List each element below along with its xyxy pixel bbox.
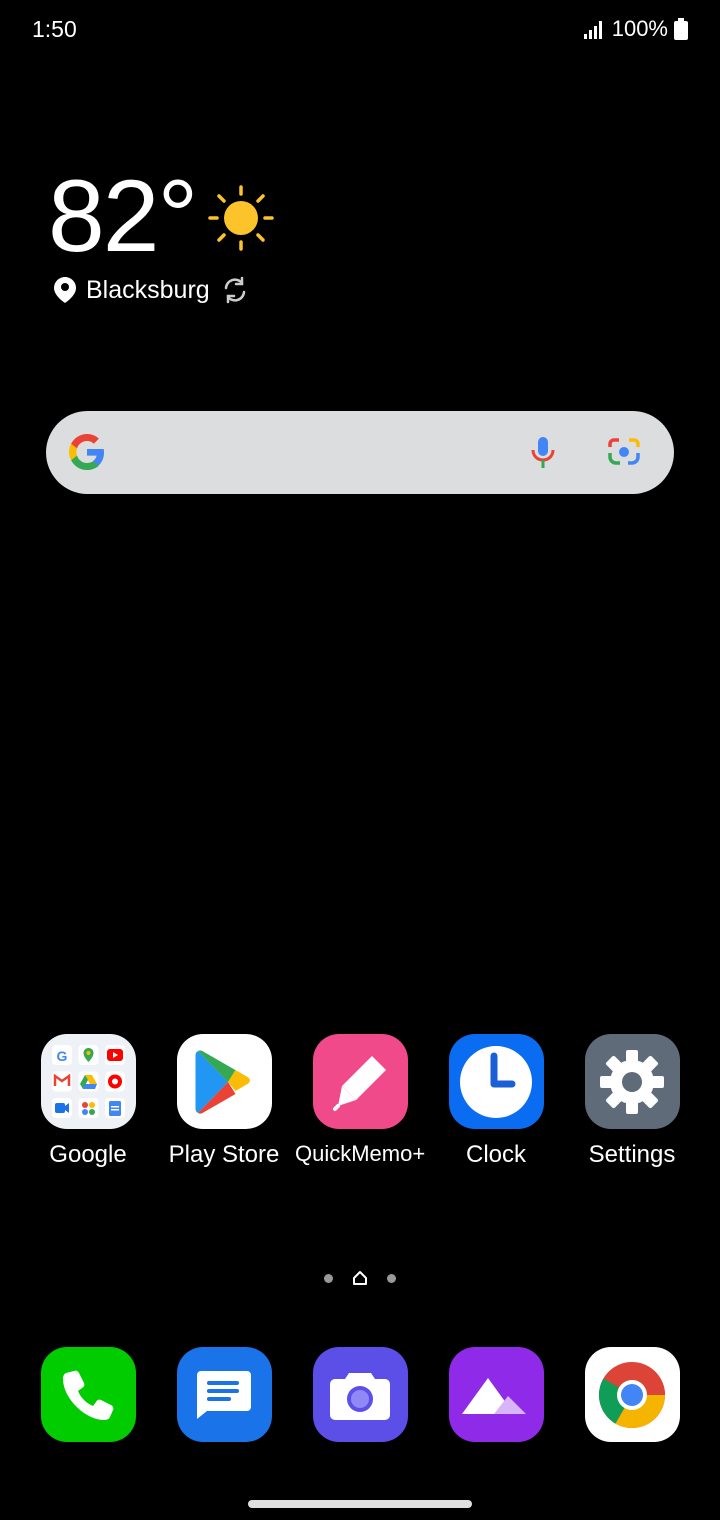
battery-icon — [674, 18, 688, 40]
app-label: Clock — [465, 1141, 526, 1168]
refresh-icon[interactable] — [220, 275, 250, 305]
page-dot[interactable] — [324, 1274, 333, 1283]
clock-icon — [448, 1034, 544, 1129]
chrome-icon — [584, 1347, 680, 1442]
app-settings[interactable]: Settings — [567, 1034, 697, 1169]
battery-percent: 100% — [611, 16, 668, 41]
sun-icon — [208, 185, 274, 251]
status-indicators: 100% — [583, 16, 688, 42]
svg-text:G: G — [56, 1048, 67, 1064]
microphone-icon[interactable] — [530, 435, 556, 471]
location-pin-icon — [54, 277, 76, 303]
app-label: Settings — [588, 1141, 676, 1168]
location-row: Blacksburg — [54, 275, 250, 305]
app-play-store[interactable]: Play Store — [159, 1034, 289, 1169]
messages-icon — [176, 1347, 272, 1442]
app-clock[interactable]: Clock — [431, 1034, 561, 1169]
play-store-icon — [176, 1034, 272, 1129]
dock-messages[interactable] — [159, 1347, 289, 1442]
google-search-bar[interactable] — [46, 411, 674, 494]
app-label: QuickMemo+ — [295, 1141, 426, 1166]
app-label: Play Store — [168, 1141, 280, 1168]
quickmemo-icon — [312, 1034, 408, 1129]
app-label: Google — [49, 1141, 127, 1168]
dock-phone[interactable] — [23, 1347, 153, 1442]
page-indicator[interactable] — [320, 1268, 400, 1288]
camera-icon — [312, 1347, 408, 1442]
weather-widget[interactable]: 82° Blacksburg — [48, 159, 274, 304]
status-time: 1:50 — [32, 16, 77, 42]
location-name: Blacksburg — [86, 275, 210, 304]
gallery-icon — [448, 1347, 544, 1442]
google-g-icon — [69, 434, 104, 470]
dock-gallery[interactable] — [431, 1347, 561, 1442]
google-folder-icon: G — [40, 1034, 136, 1129]
app-google-folder[interactable]: G Google — [23, 1034, 153, 1169]
phone-icon — [40, 1347, 136, 1442]
signal-icon — [583, 21, 602, 39]
home-gesture-bar[interactable] — [248, 1500, 472, 1508]
google-lens-icon[interactable] — [606, 435, 642, 469]
temperature: 82° — [48, 159, 198, 273]
dock-chrome[interactable] — [567, 1347, 697, 1442]
dock-camera[interactable] — [295, 1347, 425, 1442]
settings-icon — [584, 1034, 680, 1129]
app-quickmemo[interactable]: QuickMemo+ — [295, 1034, 425, 1167]
page-dot[interactable] — [387, 1274, 396, 1283]
home-page-icon[interactable] — [352, 1270, 368, 1286]
status-bar: 1:50 100% — [0, 0, 720, 60]
